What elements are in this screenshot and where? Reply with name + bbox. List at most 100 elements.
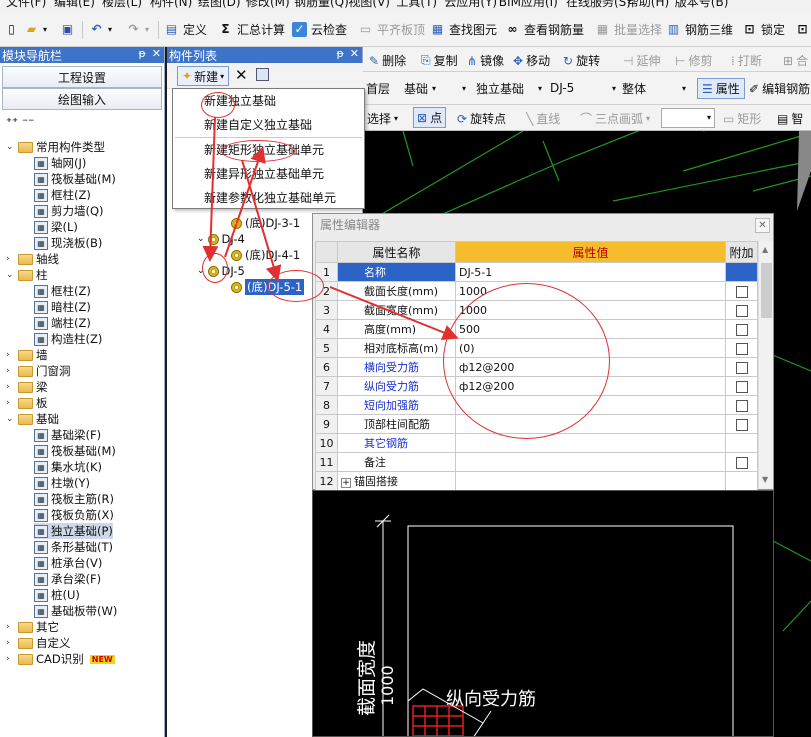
property-value[interactable]: 500 xyxy=(455,319,726,339)
new-menu-item-1[interactable]: 新建自定义独立基础 xyxy=(173,113,364,137)
nav-tree-item[interactable]: ▦ 筏板主筋(R) xyxy=(34,491,114,507)
property-row[interactable]: 12 + 锚固搭接 xyxy=(315,471,758,491)
extra-checkbox[interactable] xyxy=(735,304,748,317)
open-button[interactable]: ▰ ▾ xyxy=(24,18,47,40)
property-row[interactable]: 3 截面宽度(mm) 1000 xyxy=(315,300,758,320)
close-icon[interactable]: ✕ xyxy=(350,47,359,60)
undo-button[interactable]: ↶ ▾ xyxy=(89,18,112,40)
category-select[interactable]: 基础 ▾ xyxy=(401,78,469,98)
expand-icon[interactable]: › xyxy=(6,654,15,664)
arc-mode-select[interactable]: ▾ xyxy=(661,108,715,128)
property-value[interactable] xyxy=(455,471,726,491)
property-row[interactable]: 10 其它钢筋 xyxy=(315,433,758,453)
delete-button[interactable]: ✎ 删除 xyxy=(369,52,406,69)
nav-tree-item[interactable]: ▦ 现浇板(B) xyxy=(34,235,102,251)
expand-icon[interactable]: › xyxy=(6,366,15,376)
nav-tree-item[interactable]: ▦ 框柱(Z) xyxy=(34,187,91,203)
collapse-icon[interactable]: ⌄ xyxy=(197,234,205,244)
expand-all-icon[interactable]: ⁺⁺ xyxy=(6,115,18,129)
part-select[interactable]: 整体 ▾ xyxy=(619,78,689,98)
scroll-down-icon[interactable]: ▼ xyxy=(762,475,768,484)
menu-item-4[interactable]: 绘图(D) xyxy=(198,0,241,10)
component-tree-item[interactable]: ⌄ DJ-5 xyxy=(197,263,245,279)
collapse-all-icon[interactable]: ⁻⁻ xyxy=(22,115,34,129)
close-icon[interactable]: ✕ xyxy=(755,218,770,233)
property-row[interactable]: 5 相对底标高(m) (0) xyxy=(315,338,758,358)
nav-tree-item[interactable]: ▦ 端柱(Z) xyxy=(34,315,91,331)
nav-tree-item[interactable]: ▦ 集水坑(K) xyxy=(34,459,102,475)
nav-tree-item[interactable]: › 墙 xyxy=(6,347,48,363)
nav-tree-item[interactable]: ▦ 基础梁(F) xyxy=(34,427,101,443)
collapse-icon[interactable]: ⌄ xyxy=(6,414,15,424)
trim-button[interactable]: ⊢ 修剪 xyxy=(675,52,712,69)
rotate-button[interactable]: ↻ 旋转 xyxy=(563,52,600,69)
collapse-icon[interactable]: ⌄ xyxy=(197,266,205,276)
property-row[interactable]: 2 截面长度(mm) 1000 xyxy=(315,281,758,301)
nav-tree-item[interactable]: ▦ 梁(L) xyxy=(34,219,78,235)
flat-top-button[interactable]: ▭ 平齐板顶 xyxy=(358,18,425,40)
copy-button[interactable]: ⎘ 复制 xyxy=(421,52,458,69)
expand-icon[interactable]: › xyxy=(6,622,15,632)
nav-tree-item[interactable]: ▦ 框柱(Z) xyxy=(34,283,91,299)
nav-tree-item[interactable]: ▦ 筏板负筋(X) xyxy=(34,507,114,523)
property-value[interactable]: 1000 xyxy=(455,300,726,320)
merge-button[interactable]: ⊞ 合 xyxy=(783,52,808,69)
close-icon[interactable]: ✕ xyxy=(152,47,161,60)
batch-select-button[interactable]: ▦ 批量选择 xyxy=(595,18,662,40)
lock-button[interactable]: ⊡ 锁定 xyxy=(742,18,785,40)
new-file-button[interactable]: ▯ xyxy=(4,18,19,40)
nav-tree-item[interactable]: › CAD识别 NEW xyxy=(6,651,115,667)
component-tree-item[interactable]: (底)DJ-3-1 xyxy=(231,215,300,231)
nav-tree-item[interactable]: ▦ 剪力墙(Q) xyxy=(34,203,104,219)
property-scrollbar[interactable]: ▲ ▼ xyxy=(758,241,773,488)
property-row[interactable]: 4 高度(mm) 500 xyxy=(315,319,758,339)
new-menu-item-2[interactable]: 新建矩形独立基础单元 xyxy=(173,138,364,162)
component-tree-item[interactable]: (底)DJ-4-1 xyxy=(231,247,300,263)
property-button[interactable]: ☰ 属性 xyxy=(697,78,745,99)
arc-button[interactable]: ⌒ 三点画弧 ▾ xyxy=(580,110,650,127)
menu-item-10[interactable]: BIM应用(I) xyxy=(499,0,558,10)
nav-tree-item[interactable]: › 板 xyxy=(6,395,48,411)
delete-component-icon[interactable]: ✕ xyxy=(235,66,248,84)
menu-item-2[interactable]: 楼层(L) xyxy=(102,0,142,10)
find-element-button[interactable]: ▦ 查找图元 xyxy=(430,18,497,40)
property-row[interactable]: 6 横向受力筋 ф12@200 xyxy=(315,357,758,377)
extra-checkbox[interactable] xyxy=(735,285,748,298)
menu-item-5[interactable]: 修改(M) xyxy=(246,0,290,10)
scroll-thumb[interactable] xyxy=(761,263,772,318)
collapse-icon[interactable]: ⌄ xyxy=(6,270,15,280)
property-row[interactable]: 8 短向加强筋 xyxy=(315,395,758,415)
property-value[interactable]: DJ-5-1 xyxy=(455,262,726,282)
nav-tree-item[interactable]: ▦ 筏板基础(M) xyxy=(34,443,116,459)
line-button[interactable]: ╲ 直线 xyxy=(526,110,560,127)
nav-tree-item[interactable]: ▦ 轴网(J) xyxy=(34,155,86,171)
component-tree-item[interactable]: ⌄ DJ-4 xyxy=(197,231,245,247)
extra-checkbox[interactable] xyxy=(735,399,748,412)
property-row[interactable]: 9 顶部柱间配筋 xyxy=(315,414,758,434)
edit-rebar-button[interactable]: ✐ 编辑钢筋 xyxy=(749,80,810,97)
rotate-point-button[interactable]: ⟳ 旋转点 xyxy=(457,110,506,127)
rect-button[interactable]: ▭ 矩形 xyxy=(723,110,761,127)
nav-tree-item[interactable]: ▦ 柱墩(Y) xyxy=(34,475,90,491)
property-value[interactable] xyxy=(455,452,726,472)
expand-icon[interactable]: › xyxy=(6,382,15,392)
project-settings-button[interactable]: 工程设置 xyxy=(2,66,162,88)
property-value[interactable] xyxy=(455,433,726,453)
move-button[interactable]: ✥ 移动 xyxy=(513,52,550,69)
collapse-icon[interactable]: ⌄ xyxy=(6,142,15,152)
save-button[interactable]: ▣ xyxy=(60,18,75,40)
property-value[interactable]: ф12@200 xyxy=(455,376,726,396)
point-button[interactable]: ⊠ 点 xyxy=(413,107,447,128)
nav-tree-item[interactable]: ⌄ 基础 xyxy=(6,411,59,427)
extra-checkbox[interactable] xyxy=(735,361,748,374)
expand-icon[interactable]: › xyxy=(6,398,15,408)
cloud-check-button[interactable]: ✓ 云检查 xyxy=(292,18,347,40)
menu-item-8[interactable]: 工具(T) xyxy=(396,0,437,10)
component-select[interactable]: DJ-5 ▾ xyxy=(547,78,619,98)
expand-icon[interactable]: + xyxy=(341,478,351,488)
property-row[interactable]: 7 纵向受力筋 ф12@200 xyxy=(315,376,758,396)
new-menu-item-4[interactable]: 新建参数化独立基础单元 xyxy=(173,186,364,210)
pin-icon[interactable]: ᵽ xyxy=(138,47,145,60)
sum-button[interactable]: Σ 汇总计算 xyxy=(218,18,285,40)
menu-item-13[interactable]: 版本号(B) xyxy=(675,0,729,10)
